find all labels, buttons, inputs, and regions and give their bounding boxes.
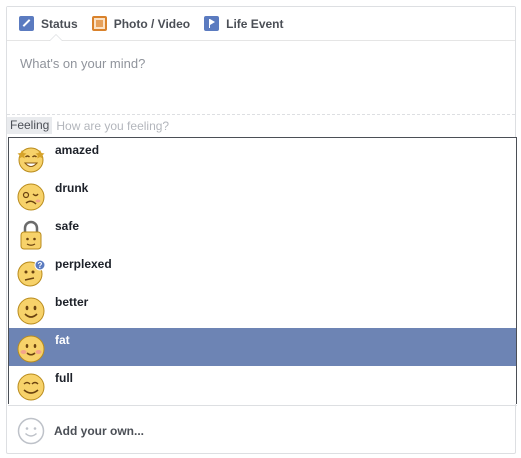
- svg-text:?: ?: [38, 261, 43, 270]
- active-tab-caret: [49, 34, 63, 41]
- feeling-label-better: better: [55, 295, 89, 309]
- perplexed-emoji-icon: ?: [17, 259, 46, 287]
- feelings-dropdown: amazed drunk safe ? perplexed better fat…: [8, 137, 517, 404]
- status-textarea[interactable]: What's on your mind?: [7, 41, 515, 115]
- list-item[interactable]: safe: [9, 214, 516, 252]
- list-item[interactable]: full: [9, 366, 516, 404]
- list-item[interactable]: drunk: [9, 176, 516, 214]
- composer-tabs: Status Photo / Video Life Event: [7, 7, 515, 41]
- feeling-label-full: full: [55, 371, 73, 385]
- list-item[interactable]: amazed: [9, 138, 516, 176]
- tab-life-event-label: Life Event: [226, 16, 284, 31]
- tab-photo-video[interactable]: Photo / Video: [91, 16, 191, 31]
- feeling-row: Feeling: [7, 115, 515, 136]
- safe-lock-emoji-icon: [20, 220, 42, 250]
- status-placeholder: What's on your mind?: [20, 56, 146, 71]
- tab-status-label: Status: [41, 16, 78, 31]
- list-item[interactable]: ? perplexed: [9, 252, 516, 290]
- tab-life-event[interactable]: Life Event: [204, 16, 284, 31]
- feeling-label: Feeling: [7, 117, 53, 134]
- list-item[interactable]: fat: [9, 328, 516, 366]
- feeling-label-safe: safe: [55, 219, 80, 233]
- amazed-emoji-icon: [17, 147, 45, 173]
- feeling-label-amazed: amazed: [55, 143, 100, 157]
- add-own-smiley-icon: [17, 417, 45, 445]
- post-composer: Status Photo / Video Life Event What's o…: [6, 6, 517, 455]
- photo-icon: [91, 16, 107, 31]
- feeling-input[interactable]: [52, 117, 353, 134]
- status-pencil-icon: [19, 16, 34, 31]
- add-your-own-button[interactable]: Add your own...: [8, 405, 517, 455]
- life-event-flag-icon: [204, 16, 220, 31]
- list-item[interactable]: better: [9, 290, 516, 328]
- better-emoji-icon: [17, 297, 45, 325]
- tab-photo-video-label: Photo / Video: [113, 16, 191, 31]
- drunk-emoji-icon: [17, 183, 45, 211]
- feeling-label-drunk: drunk: [55, 181, 89, 195]
- add-your-own-label: Add your own...: [54, 424, 144, 438]
- tab-status[interactable]: Status: [19, 16, 78, 31]
- feeling-label-fat: fat: [55, 333, 70, 347]
- full-emoji-icon: [17, 373, 45, 401]
- fat-emoji-icon: [17, 335, 45, 363]
- feeling-label-perplexed: perplexed: [55, 257, 112, 271]
